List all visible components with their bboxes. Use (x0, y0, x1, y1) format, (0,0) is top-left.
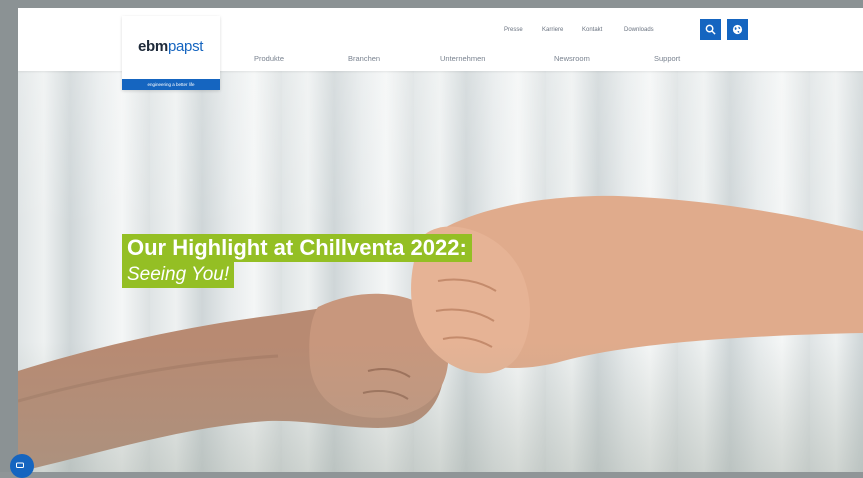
logo-part-ebm: ebm (138, 38, 168, 55)
top-link-presse[interactable]: Presse (504, 27, 523, 33)
top-link-kontakt[interactable]: Kontakt (582, 27, 602, 33)
headline-line-1: Our Highlight at Chillventa 2022: (122, 234, 472, 262)
search-icon (705, 24, 716, 35)
nav-produkte[interactable]: Produkte (254, 54, 284, 63)
nav-support[interactable]: Support (654, 54, 680, 63)
nav-branchen[interactable]: Branchen (348, 54, 380, 63)
website-viewport: Presse Karriere Kontakt Downloads Produk… (18, 8, 863, 472)
nav-newsroom[interactable]: Newsroom (554, 54, 590, 63)
nav-unternehmen[interactable]: Unternehmen (440, 54, 485, 63)
logo-part-papst: papst (167, 38, 204, 55)
language-button[interactable] (727, 19, 748, 40)
screenshot-frame-left (0, 0, 18, 472)
headline-line-2: Seeing You! (122, 262, 235, 288)
brand-tagline: engineering a better life (122, 79, 220, 90)
brand-logo[interactable]: ebmpapst engineering a better life (122, 16, 220, 90)
search-button[interactable] (700, 19, 721, 40)
top-link-karriere[interactable]: Karriere (542, 27, 563, 33)
screenshot-frame-top (0, 0, 863, 8)
chat-widget-button[interactable] (10, 454, 34, 478)
globe-icon (732, 24, 743, 35)
top-link-downloads[interactable]: Downloads (624, 27, 654, 33)
chat-icon (16, 462, 24, 468)
logo-wordmark: ebmpapst (138, 38, 203, 55)
hero-headline[interactable]: Our Highlight at Chillventa 2022: Seeing… (122, 234, 472, 288)
